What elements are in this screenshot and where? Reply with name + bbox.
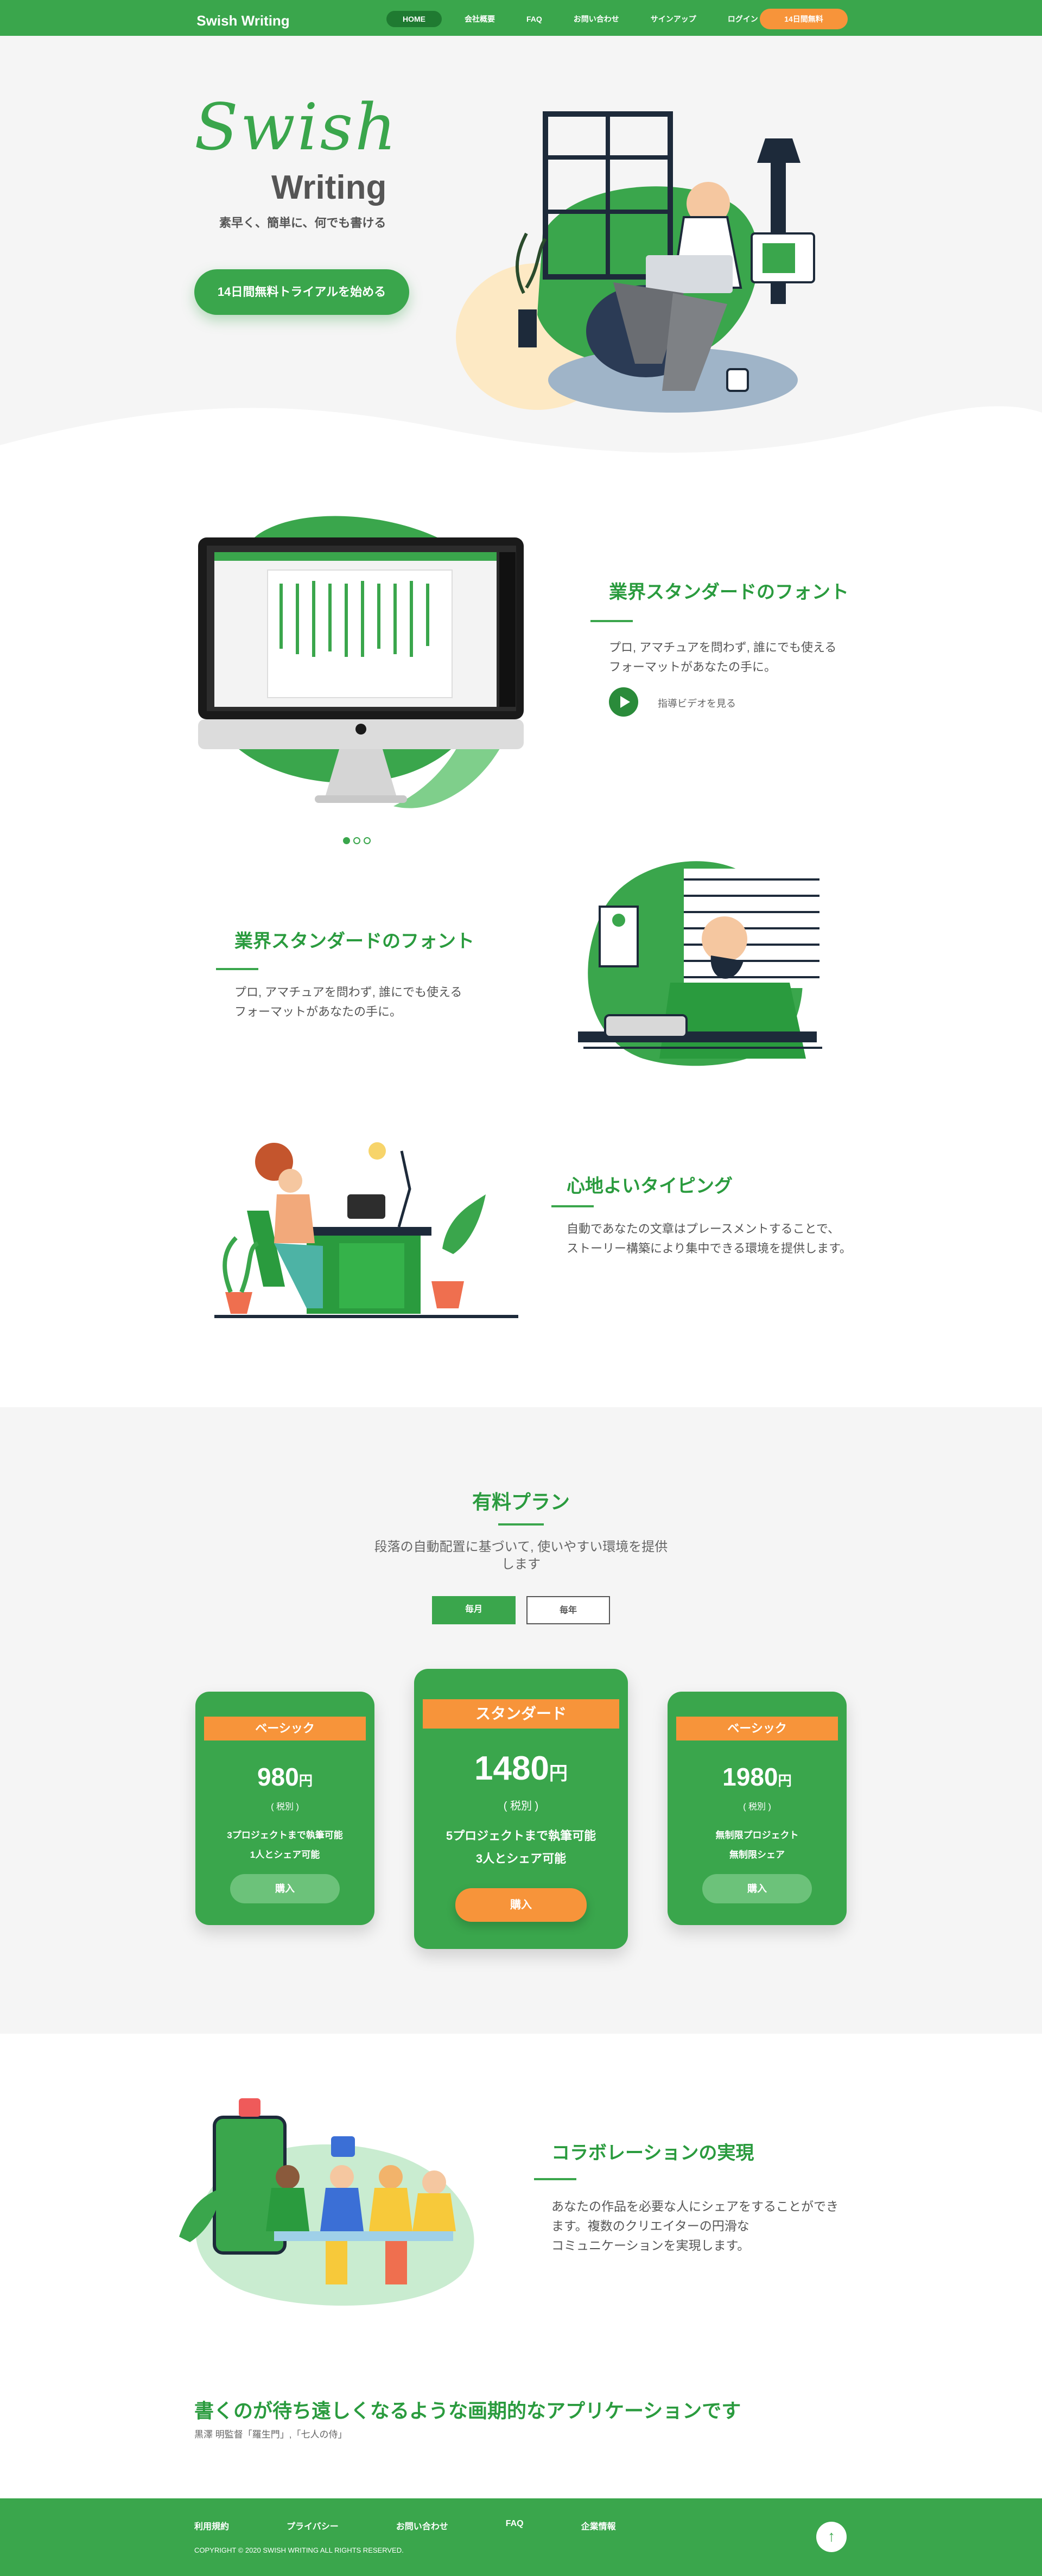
back-to-top-button[interactable]: ↑ (816, 2522, 847, 2552)
plan-name-ribbon: スタンダード (414, 1699, 628, 1733)
footer-link-contact[interactable]: お問い合わせ (396, 2519, 448, 2532)
pricing-title: 有料プラン (472, 1491, 570, 1513)
carousel-dots (343, 837, 371, 844)
feature3-divider (551, 1205, 594, 1207)
plan-tax-note: ( 税別 ) (743, 1802, 771, 1812)
plan-feature: 3プロジェクトまで執筆可能 (227, 1830, 343, 1840)
plan-price: 980円 (195, 1762, 374, 1792)
pricing-subtitle-line: 段落の自動配置に基づいて, 使いやすい環境を提供 (374, 1540, 668, 1554)
feature2-divider (216, 968, 258, 970)
hero-tagline: 素早く、簡単に、何でも書ける (219, 216, 386, 230)
feature1-divider (590, 620, 633, 622)
carousel-dot-3[interactable] (364, 837, 371, 844)
feature1-body: プロ, アマチュアを問わず, 誰にでも使える フォーマットがあなたの手に。 (609, 638, 836, 677)
nav-contact[interactable]: お問い合わせ (574, 14, 619, 24)
nav-login[interactable]: ログイン (728, 14, 758, 24)
free-trial-nav-button[interactable]: 14日間無料 (760, 9, 848, 29)
feature1-body-line: フォーマットがあなたの手に。 (609, 660, 777, 674)
footer-link-privacy[interactable]: プライバシー (287, 2519, 339, 2532)
buy-button[interactable]: 購入 (455, 1888, 587, 1922)
price-unit: 円 (298, 1774, 313, 1789)
feature2-title: 業界スタンダードのフォント (234, 931, 474, 952)
plan-name-ribbon: ベーシック (668, 1717, 847, 1745)
footer-links: 利用規約 プライバシー お問い合わせ FAQ 企業情報 (194, 2519, 674, 2532)
price-value: 1980 (722, 1763, 778, 1791)
feature1-illustration (198, 516, 524, 808)
carousel-dot-1[interactable] (343, 837, 350, 844)
collab-title: コラボレーションの実現 (551, 2143, 754, 2163)
main-nav: HOME 会社概要 FAQ お問い合わせ サインアップ ログイン (386, 10, 790, 28)
feature3-title: 心地よいタイピング (567, 1176, 733, 1197)
feature3-body-line: ストーリー構築により集中できる環境を提供します。 (567, 1242, 852, 1255)
plan-card-unlimited: ベーシック 1980円 ( 税別 ) 無制限プロジェクト 無制限シェア 購入 (668, 1692, 847, 1925)
feature2-body-line: フォーマットがあなたの手に。 (234, 1005, 402, 1018)
plan-price: 1980円 (668, 1762, 847, 1792)
testimonial-attribution: 黒澤 明監督「羅生門」,「七人の侍」 (194, 2429, 347, 2440)
buy-button[interactable]: 購入 (230, 1874, 340, 1903)
price-value: 1480 (474, 1750, 549, 1787)
brand-word: Writing (271, 169, 387, 206)
feature2-body-line: プロ, アマチュアを問わず, 誰にでも使える (234, 985, 462, 999)
price-unit: 円 (778, 1774, 792, 1789)
pricing-subtitle: 段落の自動配置に基づいて, 使いやすい環境を提供 します (369, 1539, 673, 1573)
feature3-illustration (214, 1142, 518, 1318)
feature2-body: プロ, アマチュアを問わず, 誰にでも使える フォーマットがあなたの手に。 (234, 983, 462, 1022)
plan-tax-note: ( 税別 ) (503, 1800, 539, 1812)
plan-tax-note: ( 税別 ) (271, 1802, 299, 1812)
feature1-body-line: プロ, アマチュアを問わず, 誰にでも使える (609, 641, 837, 654)
price-unit: 円 (549, 1763, 568, 1784)
feature3-body: 自動であなたの文章はプレースメントすることで、 ストーリー構築により集中できる環… (567, 1219, 852, 1258)
collaboration-illustration (179, 2098, 474, 2306)
site-footer (0, 2498, 1042, 2576)
collab-body-line: ます。複数のクリエイターの円滑な (551, 2219, 749, 2233)
plan-card-basic: ベーシック 980円 ( 税別 ) 3プロジェクトまで執筆可能 1人とシェア可能… (195, 1692, 374, 1925)
collab-body-line: コミュニケーションを実現します。 (551, 2238, 750, 2252)
plan-card-standard: スタンダード 1480円 ( 税別 ) 5プロジェクトまで執筆可能 3人とシェア… (414, 1669, 628, 1949)
footer-link-company[interactable]: 企業情報 (581, 2519, 616, 2532)
collab-body-line: あなたの作品を必要な人にシェアをすることができ (551, 2199, 838, 2213)
footer-link-faq[interactable]: FAQ (506, 2519, 524, 2532)
buy-button[interactable]: 購入 (702, 1874, 812, 1903)
plan-feature: 5プロジェクトまで執筆可能 (446, 1829, 596, 1843)
nav-company[interactable]: 会社概要 (465, 14, 495, 24)
pricing-divider (498, 1523, 544, 1526)
plan-feature: 無制限シェア (729, 1850, 785, 1860)
feature3-body-line: 自動であなたの文章はプレースメントすることで、 (567, 1222, 840, 1236)
nav-signup[interactable]: サインアップ (651, 14, 696, 24)
price-value: 980 (257, 1763, 299, 1791)
copyright-text: COPYRIGHT © 2020 SWISH WRITING ALL RIGHT… (194, 2546, 404, 2554)
brand-script-word: Swish (194, 90, 399, 164)
testimonial-quote: 書くのが待ち遠しくなるような画期的なアプリケーションです (194, 2400, 741, 2422)
start-trial-button[interactable]: 14日間無料トライアルを始める (194, 269, 409, 315)
nav-faq[interactable]: FAQ (526, 15, 542, 23)
carousel-dot-2[interactable] (353, 837, 360, 844)
footer-link-terms[interactable]: 利用規約 (194, 2519, 229, 2532)
play-video-button[interactable] (609, 687, 638, 717)
hero-illustration (456, 111, 815, 413)
plan-feature: 3人とシェア可能 (475, 1852, 567, 1865)
collab-divider (534, 2178, 576, 2180)
collab-body: あなたの作品を必要な人にシェアをすることができ ます。複数のクリエイターの円滑な… (551, 2197, 838, 2255)
feature2-illustration (578, 861, 822, 1066)
plan-feature: 1人とシェア可能 (250, 1850, 320, 1860)
plan-price: 1480円 (414, 1749, 628, 1788)
arrow-up-icon: ↑ (828, 2528, 835, 2545)
plan-name-ribbon: ベーシック (195, 1717, 374, 1745)
pricing-subtitle-line: します (501, 1557, 541, 1572)
nav-home[interactable]: HOME (386, 11, 442, 27)
feature1-title: 業界スタンダードのフォント (609, 582, 849, 603)
watch-video-link[interactable]: 指導ビデオを見る (658, 696, 736, 710)
plan-feature: 無制限プロジェクト (715, 1830, 799, 1840)
toggle-monthly[interactable]: 毎月 (432, 1596, 516, 1624)
toggle-yearly[interactable]: 毎年 (526, 1596, 610, 1624)
